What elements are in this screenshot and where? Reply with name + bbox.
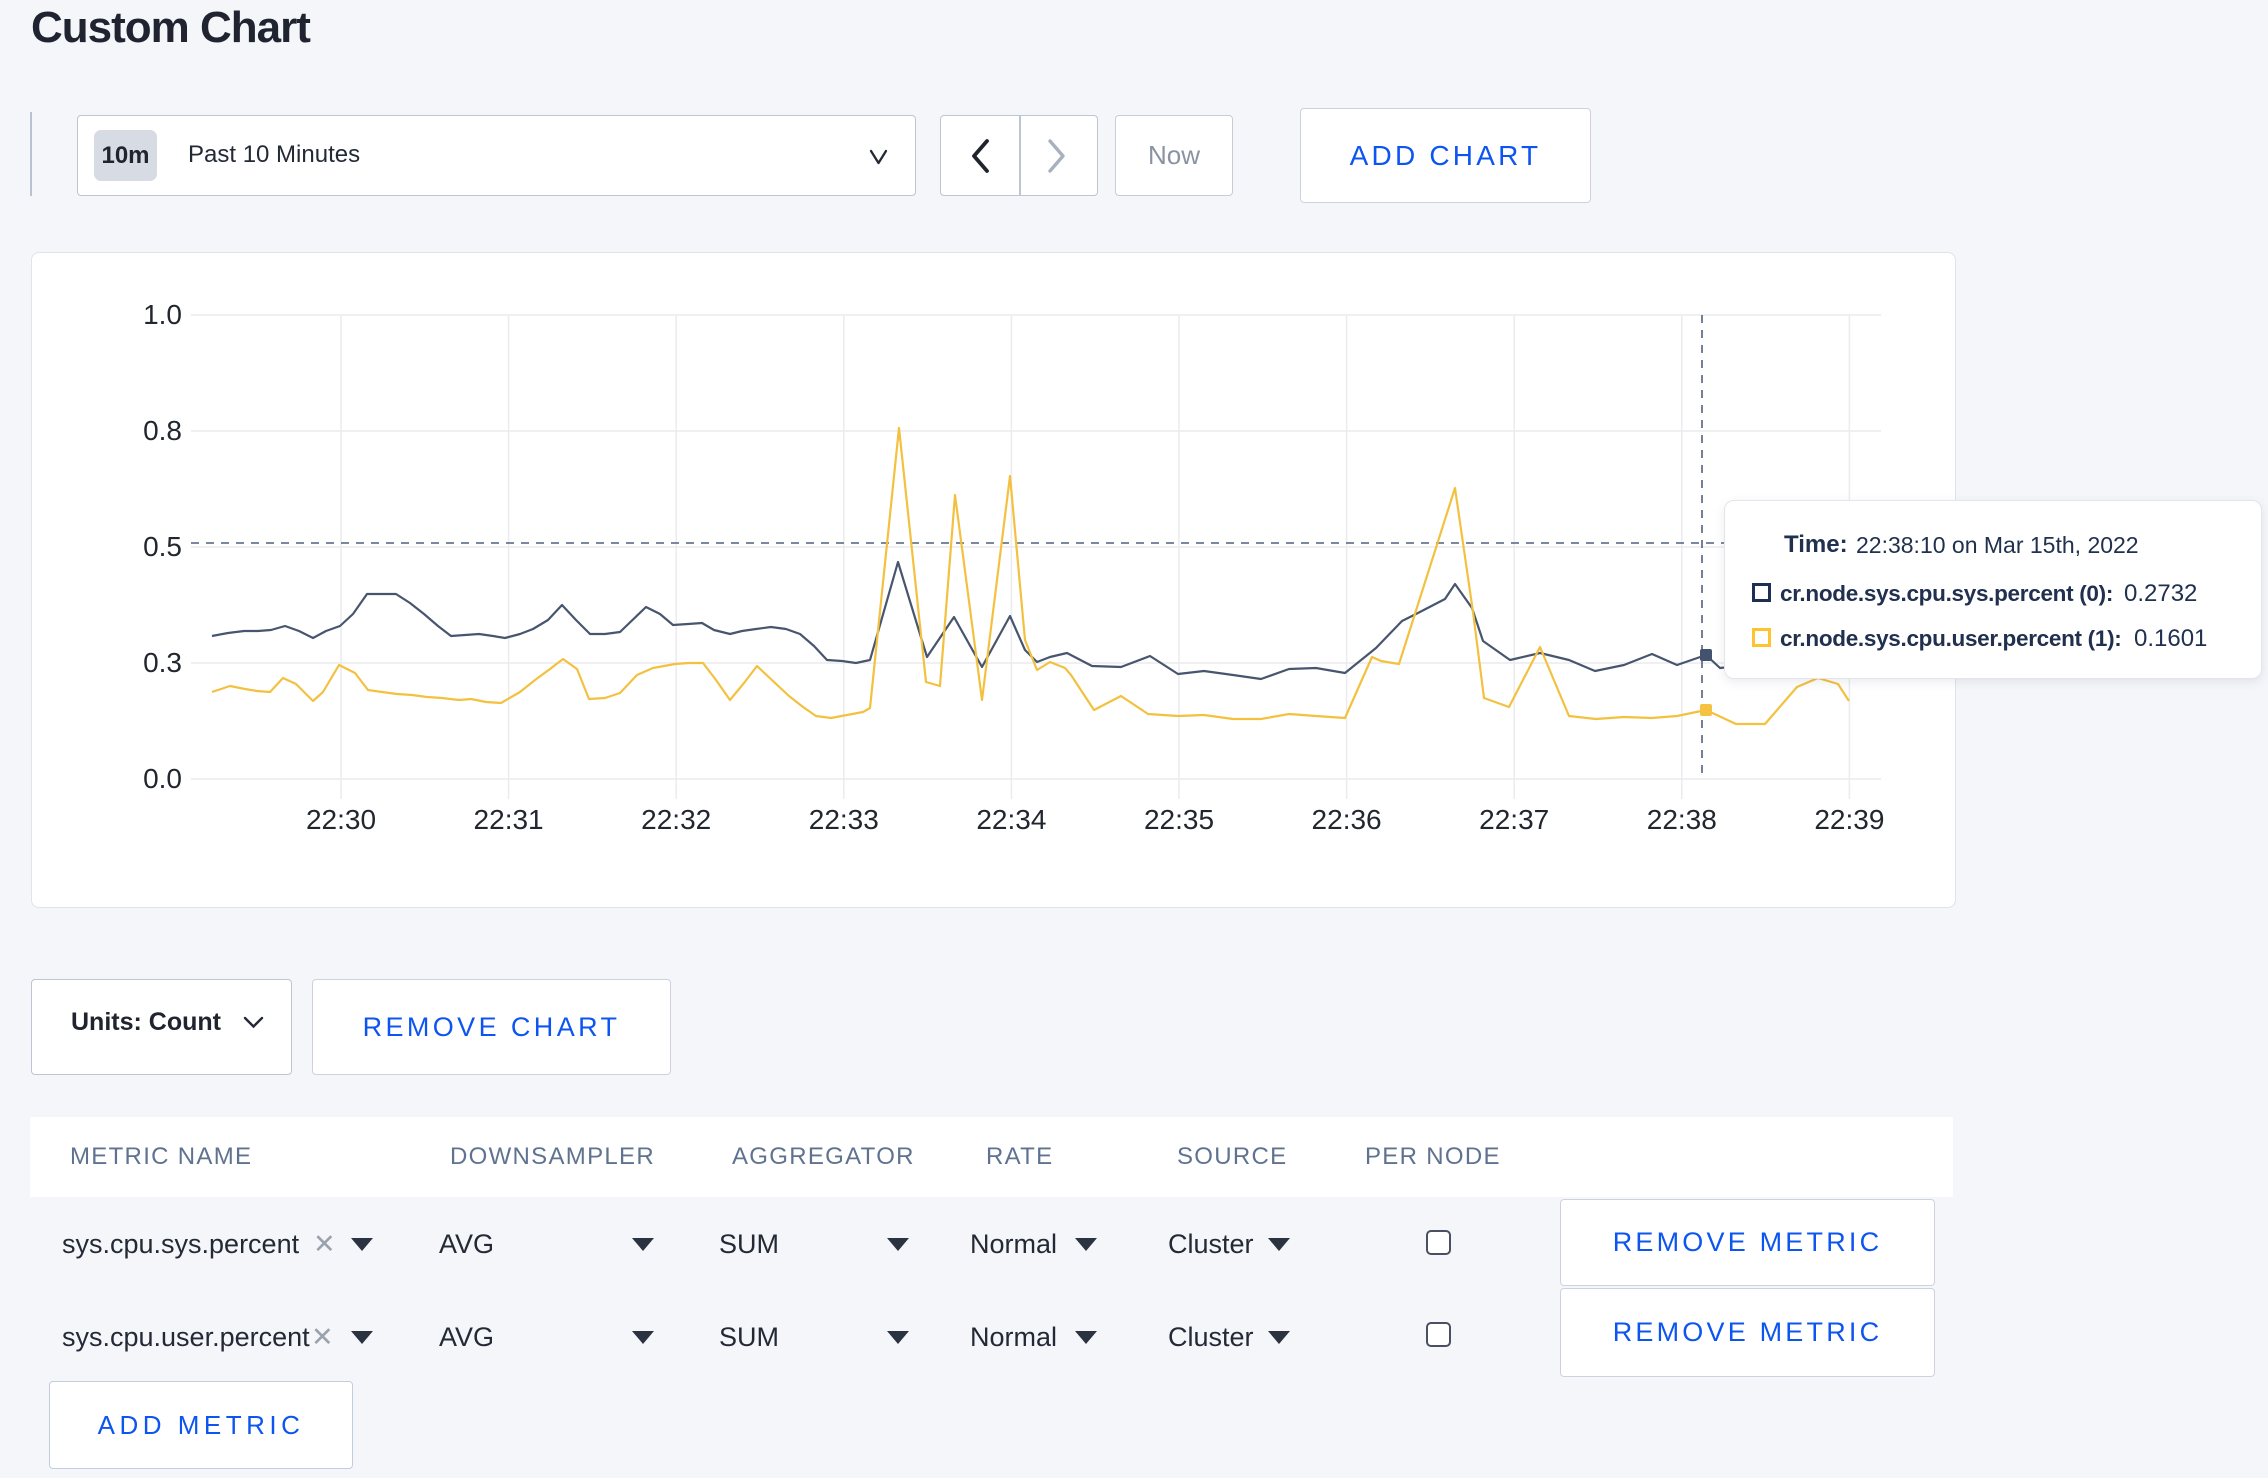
svg-text:22:31: 22:31 bbox=[474, 804, 544, 835]
svg-text:22:33: 22:33 bbox=[809, 804, 879, 835]
svg-text:22:36: 22:36 bbox=[1312, 804, 1382, 835]
svg-text:22:34: 22:34 bbox=[976, 804, 1046, 835]
svg-text:22:32: 22:32 bbox=[641, 804, 711, 835]
svg-text:0.5: 0.5 bbox=[143, 531, 182, 562]
svg-text:22:38: 22:38 bbox=[1647, 804, 1717, 835]
svg-text:0.3: 0.3 bbox=[143, 647, 182, 678]
svg-text:22:39: 22:39 bbox=[1814, 804, 1884, 835]
svg-text:22:30: 22:30 bbox=[306, 804, 376, 835]
svg-text:0.0: 0.0 bbox=[143, 763, 182, 794]
svg-text:22:35: 22:35 bbox=[1144, 804, 1214, 835]
svg-text:22:37: 22:37 bbox=[1479, 804, 1549, 835]
svg-text:0.8: 0.8 bbox=[143, 415, 182, 446]
svg-text:1.0: 1.0 bbox=[143, 299, 182, 330]
